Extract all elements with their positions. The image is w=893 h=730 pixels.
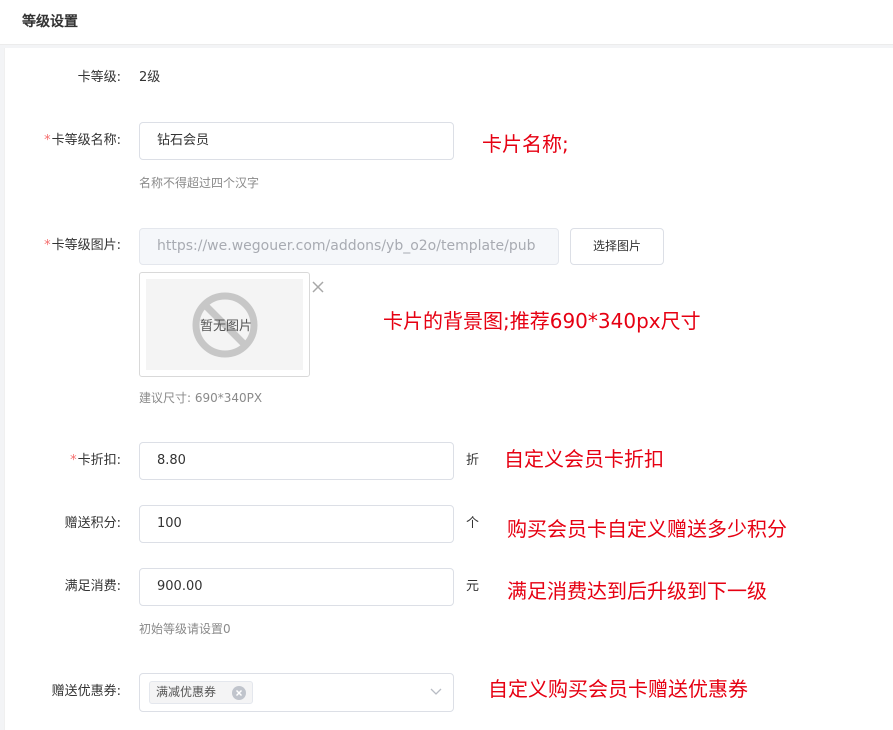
required-mark: * [44, 133, 51, 148]
coupon-select[interactable]: 满减优惠券 [139, 673, 454, 712]
discount-label: *卡折扣: [70, 451, 121, 471]
points-label: 赠送积分: [65, 514, 121, 534]
coupon-label-text: 赠送优惠券: [51, 684, 121, 699]
card-level-label-text: 卡等级: [77, 70, 121, 85]
spend-threshold-input[interactable]: 900.00 [139, 568, 454, 606]
image-placeholder: 暂无图片 [146, 279, 303, 370]
close-icon[interactable] [311, 280, 325, 294]
required-mark: * [44, 238, 51, 253]
required-mark: * [70, 453, 77, 468]
chevron-down-icon[interactable] [430, 688, 442, 696]
card-level-value: 2级 [139, 70, 161, 85]
choose-image-button[interactable]: 选择图片 [570, 228, 664, 265]
card-image-note: 卡片的背景图;推荐690*340px尺寸 [383, 309, 701, 333]
card-name-label: *卡等级名称: [44, 131, 121, 151]
discount-label-text: 卡折扣: [77, 453, 121, 468]
discount-note: 自定义会员卡折扣 [504, 447, 664, 471]
card-level-label: 卡等级: [78, 68, 121, 88]
spend-threshold-label-text: 满足消费: [64, 579, 121, 594]
card-name-input[interactable]: 钻石会员 [139, 122, 454, 160]
spend-threshold-suffix: 元 [466, 579, 480, 594]
points-input[interactable]: 100 [139, 505, 454, 543]
card-image-preview[interactable]: 暂无图片 [139, 272, 310, 377]
image-size-help: 建议尺寸: 690*340PX [139, 391, 263, 405]
no-image-text: 暂无图片 [199, 319, 252, 334]
spend-threshold-note: 满足消费达到后升级到下一级 [507, 579, 767, 603]
card-image-label: *卡等级图片: [44, 236, 121, 256]
spend-threshold-help: 初始等级请设置0 [139, 622, 231, 636]
card-name-help: 名称不得超过四个汉字 [139, 176, 260, 190]
page-title: 等级设置 [22, 14, 78, 30]
page-header: 等级设置 [0, 0, 893, 45]
circle-close-icon[interactable] [232, 686, 246, 700]
card-image-label-text: 卡等级图片: [51, 238, 121, 253]
card-name-label-text: 卡等级名称: [51, 133, 121, 148]
points-label-text: 赠送积分: [64, 516, 121, 531]
discount-suffix: 折 [466, 453, 480, 468]
selected-coupon-tag[interactable]: 满减优惠券 [149, 681, 253, 704]
points-note: 购买会员卡自定义赠送多少积分 [507, 517, 787, 541]
points-suffix: 个 [466, 516, 480, 531]
coupon-label: 赠送优惠券: [52, 682, 121, 702]
card-name-note: 卡片名称; [482, 132, 569, 156]
discount-input[interactable]: 8.80 [139, 442, 454, 480]
card-image-url-field: https://we.wegouer.com/addons/yb_o2o/tem… [139, 228, 559, 265]
coupon-note: 自定义购买会员卡赠送优惠券 [488, 677, 748, 701]
selected-coupon-text: 满减优惠券 [156, 685, 217, 699]
spend-threshold-label: 满足消费: [65, 577, 121, 597]
